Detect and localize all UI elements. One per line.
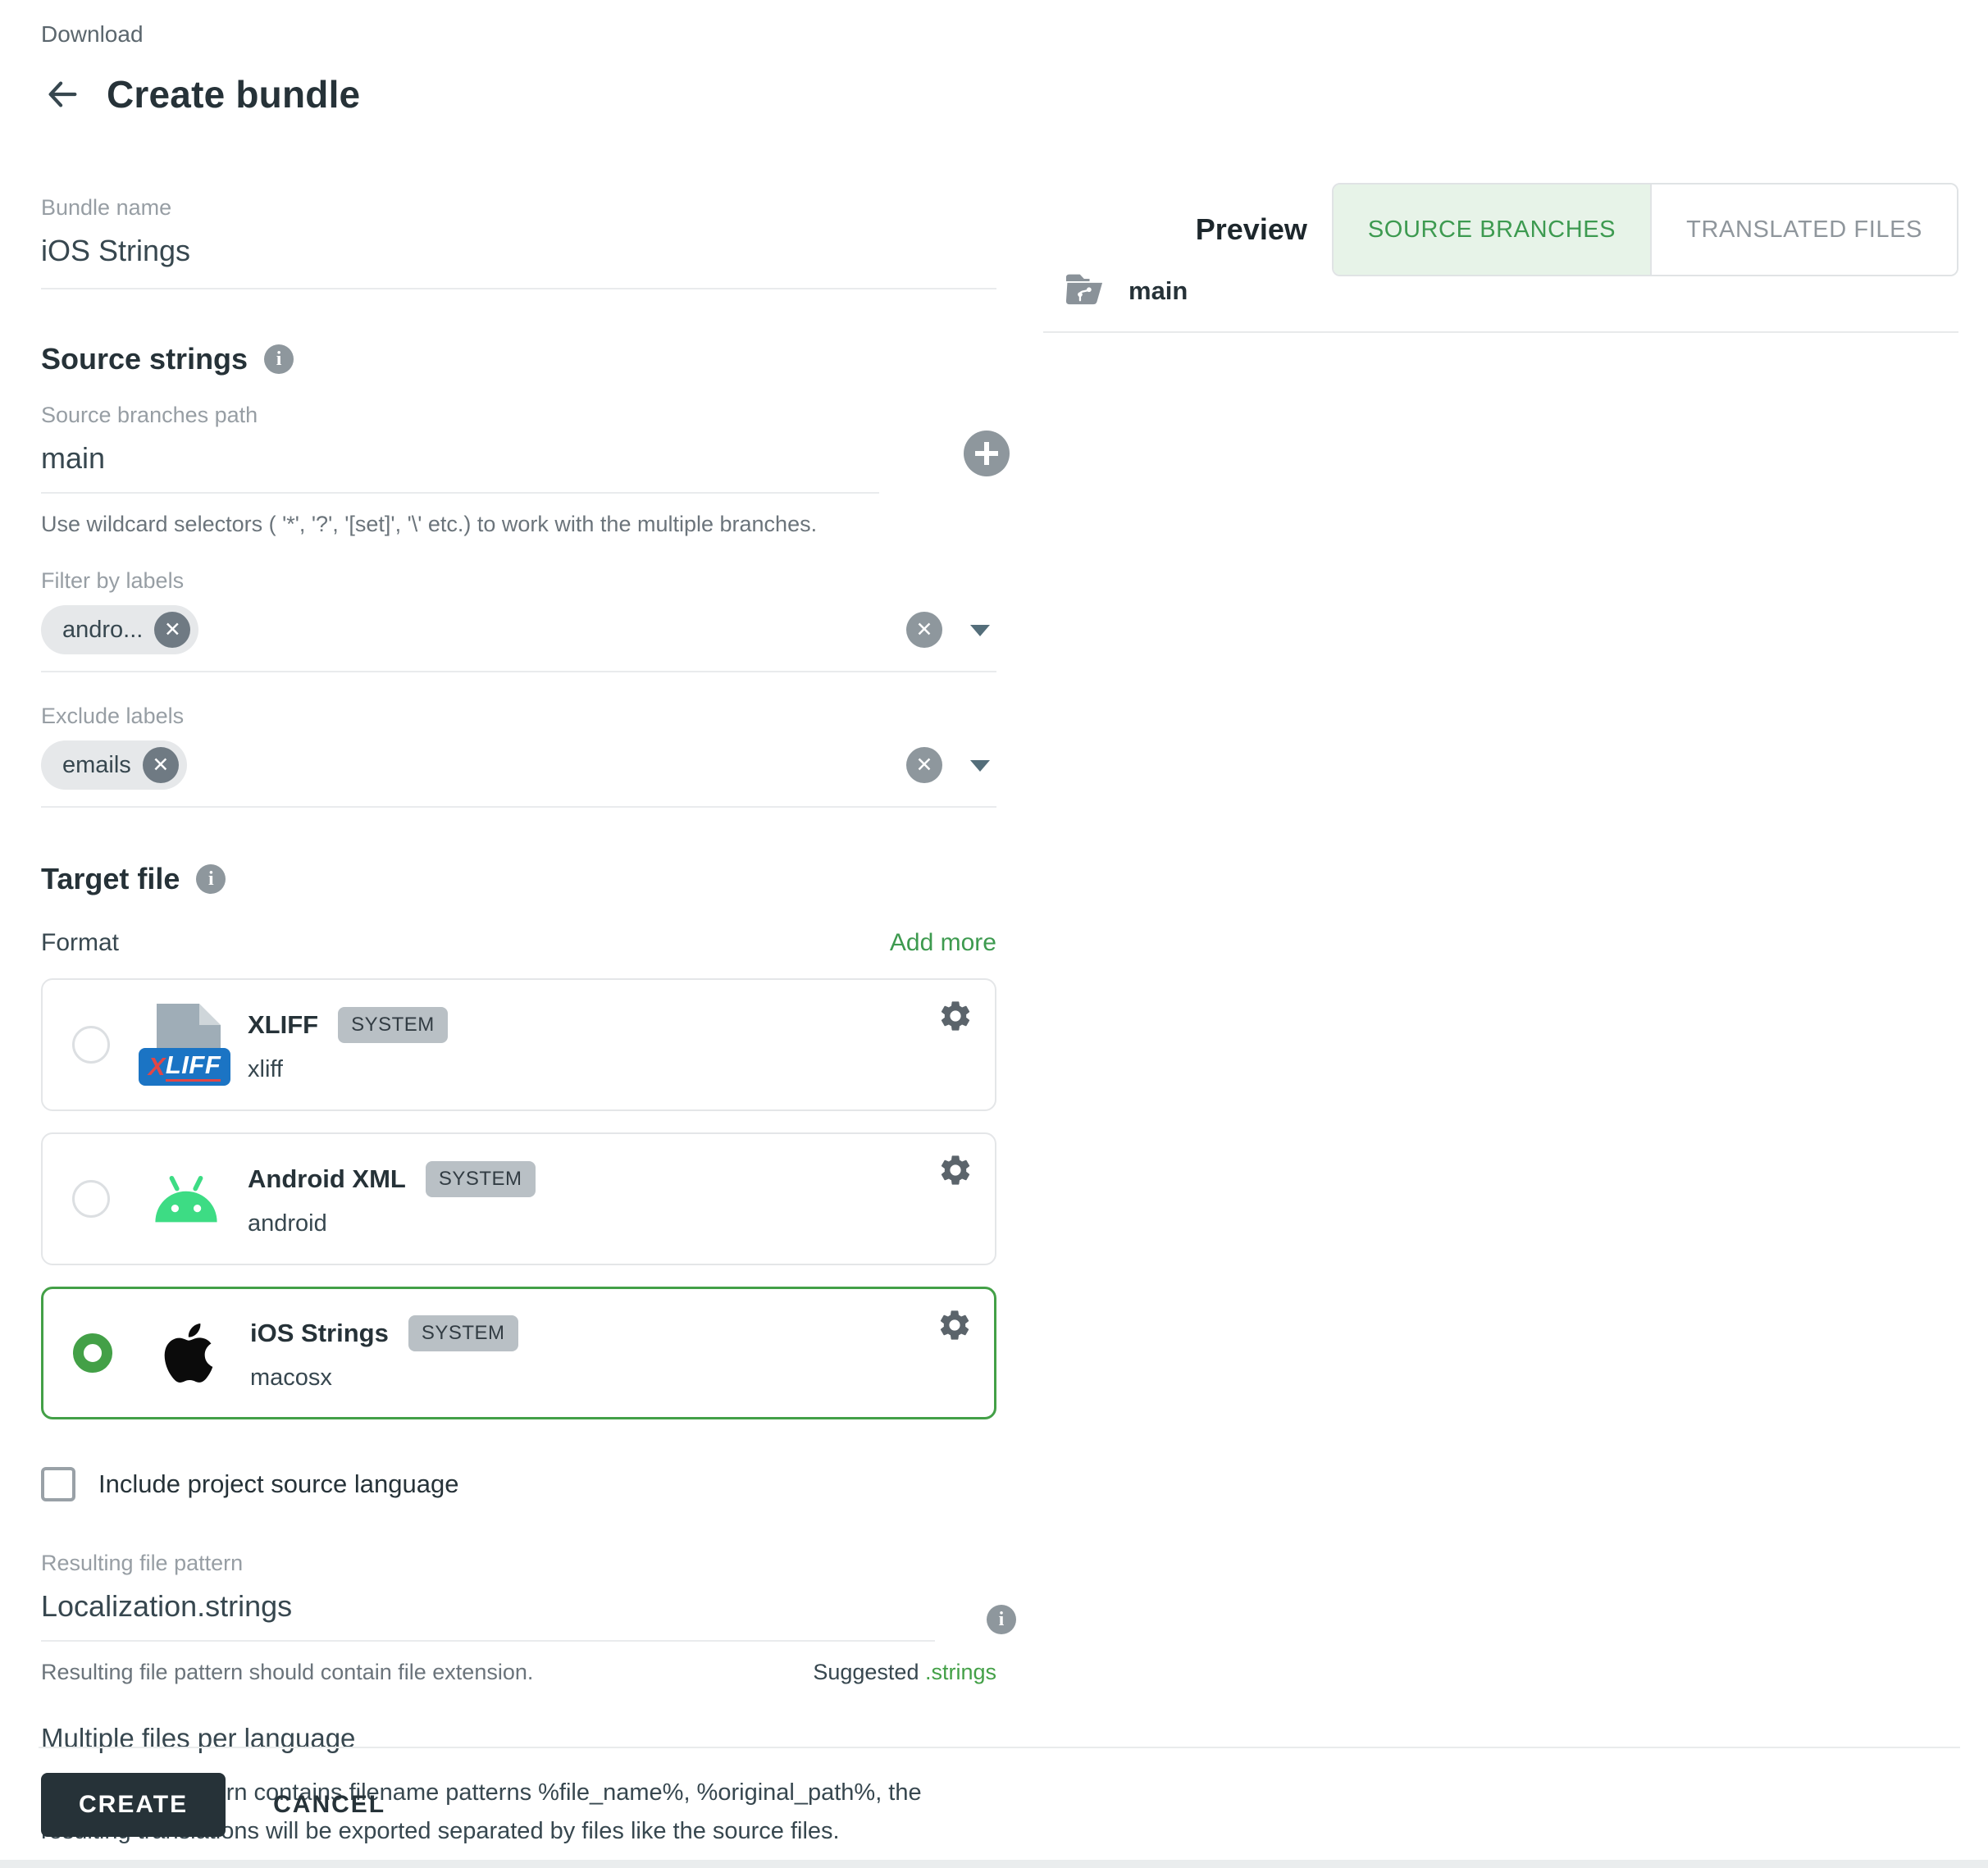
format-title: XLIFF bbox=[248, 1010, 318, 1040]
suggested-extension: Suggested .strings bbox=[813, 1660, 996, 1685]
gear-icon[interactable] bbox=[937, 998, 973, 1034]
preview-header: Preview SOURCE BRANCHES TRANSLATED FILES bbox=[1043, 183, 1958, 276]
info-icon[interactable]: i bbox=[196, 864, 226, 894]
branch-name: main bbox=[1129, 276, 1188, 306]
format-card-ios[interactable]: iOS Strings SYSTEM macosx bbox=[41, 1287, 996, 1419]
format-card-xliff[interactable]: XLIFF XLIFF SYSTEM xliff bbox=[41, 978, 996, 1111]
xliff-radio[interactable] bbox=[72, 1026, 110, 1064]
label-chip[interactable]: andro... ✕ bbox=[41, 605, 198, 654]
page-title: Create bundle bbox=[107, 72, 360, 116]
footer-strip bbox=[0, 1860, 1988, 1868]
label-chip-text: andro... bbox=[62, 617, 143, 644]
file-pattern-hint: Resulting file pattern should contain fi… bbox=[41, 1660, 533, 1685]
xliff-file-icon: XLIFF bbox=[133, 1004, 239, 1086]
tab-source-branches[interactable]: SOURCE BRANCHES bbox=[1334, 185, 1650, 275]
filter-labels-input[interactable]: andro... ✕ ✕ bbox=[41, 605, 996, 672]
apple-icon bbox=[135, 1319, 242, 1387]
branch-folder-icon bbox=[1063, 271, 1106, 310]
preview-tabs: SOURCE BRANCHES TRANSLATED FILES bbox=[1332, 183, 1958, 276]
info-icon[interactable]: i bbox=[264, 344, 294, 374]
include-source-language-row[interactable]: Include project source language bbox=[41, 1467, 996, 1501]
create-button[interactable]: CREATE bbox=[41, 1773, 226, 1837]
label-chip-text: emails bbox=[62, 752, 131, 779]
format-subtitle: android bbox=[248, 1210, 536, 1237]
system-badge: SYSTEM bbox=[338, 1007, 448, 1043]
gear-icon[interactable] bbox=[937, 1152, 973, 1188]
cancel-button[interactable]: CANCEL bbox=[273, 1791, 385, 1819]
bundle-name-input[interactable]: iOS Strings bbox=[41, 234, 996, 268]
format-label: Format bbox=[41, 929, 119, 957]
include-source-language-label: Include project source language bbox=[98, 1469, 458, 1499]
bundle-form: Download Create bundle Bundle name iOS S… bbox=[41, 21, 996, 1851]
bundle-name-label: Bundle name bbox=[41, 195, 996, 221]
source-branches-label: Source branches path bbox=[41, 403, 996, 428]
file-pattern-label: Resulting file pattern bbox=[41, 1551, 996, 1576]
form-actions: CREATE CANCEL bbox=[41, 1773, 385, 1837]
exclude-labels-label: Exclude labels bbox=[41, 704, 996, 729]
branch-row[interactable]: main bbox=[1043, 271, 1958, 333]
create-bundle-page: Download Create bundle Bundle name iOS S… bbox=[0, 0, 1988, 1868]
format-title: iOS Strings bbox=[250, 1319, 389, 1348]
multiple-files-heading: Multiple files per language bbox=[41, 1723, 996, 1754]
target-file-title: Target file bbox=[41, 862, 180, 896]
add-more-link[interactable]: Add more bbox=[890, 929, 996, 957]
add-branch-icon[interactable] bbox=[964, 431, 1010, 476]
clear-field-icon[interactable]: ✕ bbox=[906, 747, 942, 783]
format-card-android[interactable]: Android XML SYSTEM android bbox=[41, 1132, 996, 1265]
source-branches-input[interactable]: main bbox=[41, 441, 879, 494]
preview-title: Preview bbox=[1196, 212, 1307, 247]
preview-panel: Preview SOURCE BRANCHES TRANSLATED FILES… bbox=[1043, 183, 1958, 313]
title-row: Create bundle bbox=[41, 72, 996, 116]
chip-remove-icon[interactable]: ✕ bbox=[143, 747, 179, 783]
format-subtitle: macosx bbox=[250, 1365, 518, 1392]
tab-translated-files[interactable]: TRANSLATED FILES bbox=[1650, 185, 1957, 275]
chevron-down-icon[interactable] bbox=[970, 760, 990, 772]
label-chip[interactable]: emails ✕ bbox=[41, 740, 187, 790]
chevron-down-icon[interactable] bbox=[970, 625, 990, 636]
chip-remove-icon[interactable]: ✕ bbox=[154, 612, 190, 648]
system-badge: SYSTEM bbox=[426, 1161, 536, 1197]
system-badge: SYSTEM bbox=[408, 1315, 518, 1351]
clear-field-icon[interactable]: ✕ bbox=[906, 612, 942, 648]
wildcard-hint: Use wildcard selectors ( '*', '?', '[set… bbox=[41, 512, 996, 537]
filter-labels-field: Filter by labels andro... ✕ ✕ bbox=[41, 568, 996, 672]
filter-labels-label: Filter by labels bbox=[41, 568, 996, 594]
target-file-section-header: Target file i bbox=[41, 862, 996, 896]
exclude-labels-field: Exclude labels emails ✕ ✕ bbox=[41, 704, 996, 808]
gear-icon[interactable] bbox=[937, 1307, 973, 1343]
android-icon bbox=[133, 1168, 239, 1230]
source-strings-section-header: Source strings i bbox=[41, 342, 996, 376]
file-pattern-field: Resulting file pattern Localization.stri… bbox=[41, 1551, 996, 1685]
include-source-language-checkbox[interactable] bbox=[41, 1467, 75, 1501]
breadcrumb: Download bbox=[41, 21, 996, 48]
ios-radio[interactable] bbox=[73, 1333, 112, 1373]
format-subtitle: xliff bbox=[248, 1056, 448, 1083]
info-icon[interactable]: i bbox=[987, 1605, 1016, 1634]
bottom-divider bbox=[39, 1747, 1960, 1748]
exclude-labels-input[interactable]: emails ✕ ✕ bbox=[41, 740, 996, 808]
format-title: Android XML bbox=[248, 1164, 406, 1194]
format-row: Format Add more bbox=[41, 929, 996, 957]
file-pattern-input[interactable]: Localization.strings bbox=[41, 1589, 935, 1642]
suggested-extension-link[interactable]: .strings bbox=[925, 1660, 996, 1684]
android-radio[interactable] bbox=[72, 1180, 110, 1218]
source-strings-title: Source strings bbox=[41, 342, 248, 376]
bundle-name-field[interactable]: Bundle name iOS Strings bbox=[41, 195, 996, 289]
back-arrow-icon[interactable] bbox=[41, 73, 84, 116]
source-branches-field: Source branches path main Use wildcard s… bbox=[41, 403, 996, 537]
